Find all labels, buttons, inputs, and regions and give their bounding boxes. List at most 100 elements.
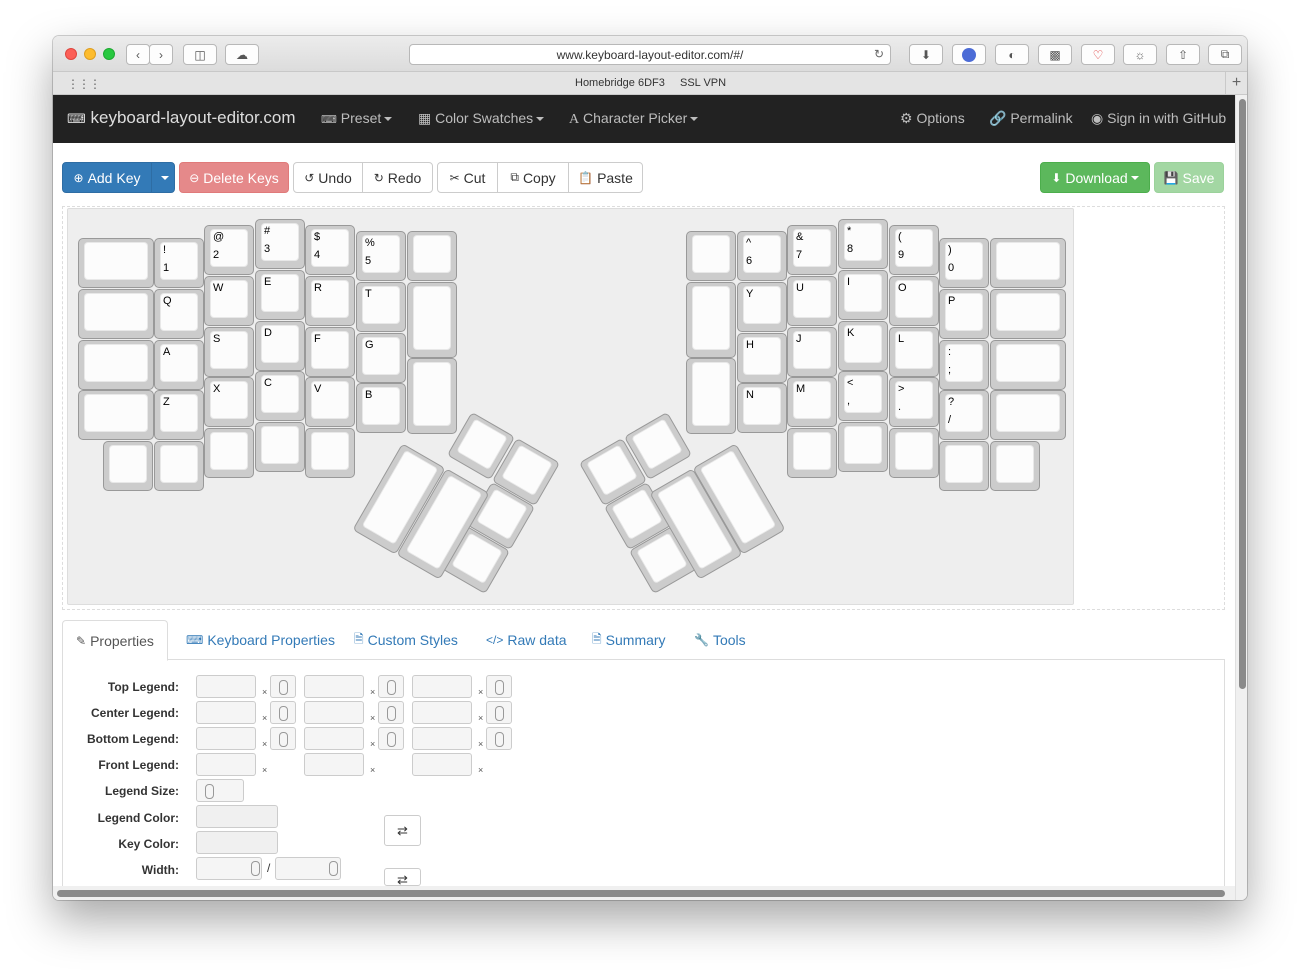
key[interactable]: Q [154,289,204,339]
key[interactable] [154,441,204,491]
key[interactable] [407,231,457,281]
top-legend-center-size[interactable] [378,675,404,698]
tabs-overview-button[interactable]: ⧉ [1208,44,1242,65]
key[interactable]: ) 0 [939,238,989,288]
legend-color-input[interactable] [196,805,278,828]
key[interactable] [78,238,154,288]
key[interactable] [407,282,457,358]
tab-custom-styles[interactable]: 🗎 Custom Styles [354,620,458,660]
key[interactable] [990,340,1066,390]
bottom-legend-left-input[interactable] [196,727,256,750]
clear-mark[interactable]: × [262,713,267,723]
legend-size-stepper[interactable] [196,779,244,802]
adblock-button[interactable] [952,44,986,65]
key[interactable] [78,340,154,390]
cut-button[interactable]: ✂ Cut [437,162,498,193]
permalink-link[interactable]: 🔗 Permalink [989,110,1073,127]
key[interactable] [686,231,736,281]
download-button[interactable]: ⬇ Download [1040,162,1150,193]
front-legend-right-input[interactable] [412,753,472,776]
back-button[interactable]: ‹ [126,44,150,65]
top-legend-right-size[interactable] [486,675,512,698]
key[interactable]: ^ 6 [737,231,787,281]
bottom-legend-center-input[interactable] [304,727,364,750]
vertical-scrollbar[interactable] [1235,95,1247,900]
key[interactable]: @2 [204,225,254,275]
key[interactable]: B [356,383,406,433]
key[interactable]: Z [154,390,204,440]
key[interactable]: X [204,377,254,427]
key[interactable]: J [787,327,837,377]
share-button[interactable]: ⇧ [1166,44,1200,65]
key[interactable]: V [305,377,355,427]
clear-mark[interactable]: × [370,765,375,775]
key[interactable]: F [305,327,355,377]
address-bar[interactable]: www.keyboard-layout-editor.com/#/ ↻ [409,44,891,65]
key[interactable]: T [356,282,406,332]
apps-grid-icon[interactable]: ⋮⋮⋮ [67,77,101,91]
shield-extension-button[interactable]: ◐ [995,44,1029,65]
key[interactable] [204,428,254,478]
key[interactable] [103,441,153,491]
key[interactable]: Y [737,282,787,332]
clear-mark[interactable]: × [478,739,483,749]
key[interactable]: S [204,327,254,377]
key[interactable] [686,282,736,358]
key[interactable] [255,422,305,472]
tab-raw-data[interactable]: </> Raw data [486,620,567,660]
key[interactable]: G [356,333,406,383]
width2-stepper-icon[interactable] [321,857,341,880]
delete-keys-button[interactable]: ⊖ Delete Keys [179,162,289,193]
key[interactable]: H [737,333,787,383]
redo-button[interactable]: ↻ Redo [362,162,433,193]
undo-button[interactable]: ↺ Undo [293,162,363,193]
bottom-legend-center-size[interactable] [378,727,404,750]
key[interactable] [990,238,1066,288]
keyboard-canvas[interactable]: ! 1 @2 #3 $4 % 5 Q W E R T A S D F G Z X C… [67,208,1074,605]
key[interactable]: L [889,327,939,377]
key[interactable]: C [255,371,305,421]
key[interactable]: M [787,377,837,427]
key[interactable]: * 8 [838,219,888,269]
picture-in-picture-button[interactable]: ▩ [1038,44,1072,65]
minimize-window-button[interactable] [84,48,96,60]
options-link[interactable]: ⚙ Options [900,110,965,127]
key[interactable] [990,289,1066,339]
vertical-scroll-thumb[interactable] [1239,99,1246,689]
key-color-input[interactable] [196,831,278,854]
bottom-legend-left-size[interactable] [270,727,296,750]
key[interactable]: I [838,270,888,320]
clear-mark[interactable]: × [478,765,483,775]
top-legend-center-input[interactable] [304,675,364,698]
clear-mark[interactable]: × [262,739,267,749]
tab-tools[interactable]: 🔧 Tools [694,620,746,660]
swap-size-button[interactable]: ⇄ [384,868,421,887]
front-legend-left-input[interactable] [196,753,256,776]
key[interactable]: D [255,321,305,371]
top-legend-right-input[interactable] [412,675,472,698]
front-legend-center-input[interactable] [304,753,364,776]
icloud-tabs-button[interactable]: ☁ [225,44,259,65]
close-window-button[interactable] [65,48,77,60]
center-legend-left-size[interactable] [270,701,296,724]
bottom-legend-right-input[interactable] [412,727,472,750]
downloads-button[interactable]: ⬇ [909,44,943,65]
center-legend-right-input[interactable] [412,701,472,724]
key[interactable]: W [204,276,254,326]
new-tab-button[interactable]: + [1225,72,1247,95]
copy-button[interactable]: ⧉ Copy [497,162,569,193]
pocket-button[interactable]: ♡ [1081,44,1115,65]
key[interactable]: ! 1 [154,238,204,288]
brand-link[interactable]: ⌨ keyboard-layout-editor.com [67,108,296,128]
key[interactable] [787,428,837,478]
preset-menu[interactable]: ⌨ Preset [321,110,393,126]
reload-icon[interactable]: ↻ [874,47,884,61]
clear-mark[interactable]: × [370,687,375,697]
swap-colors-button[interactable]: ⇄ [384,815,421,846]
key[interactable] [990,390,1066,440]
bottom-legend-right-size[interactable] [486,727,512,750]
clear-mark[interactable]: × [370,713,375,723]
save-button[interactable]: 💾 Save [1154,162,1224,193]
width-stepper-icon[interactable] [243,857,263,880]
paste-button[interactable]: 📋 Paste [568,162,643,193]
